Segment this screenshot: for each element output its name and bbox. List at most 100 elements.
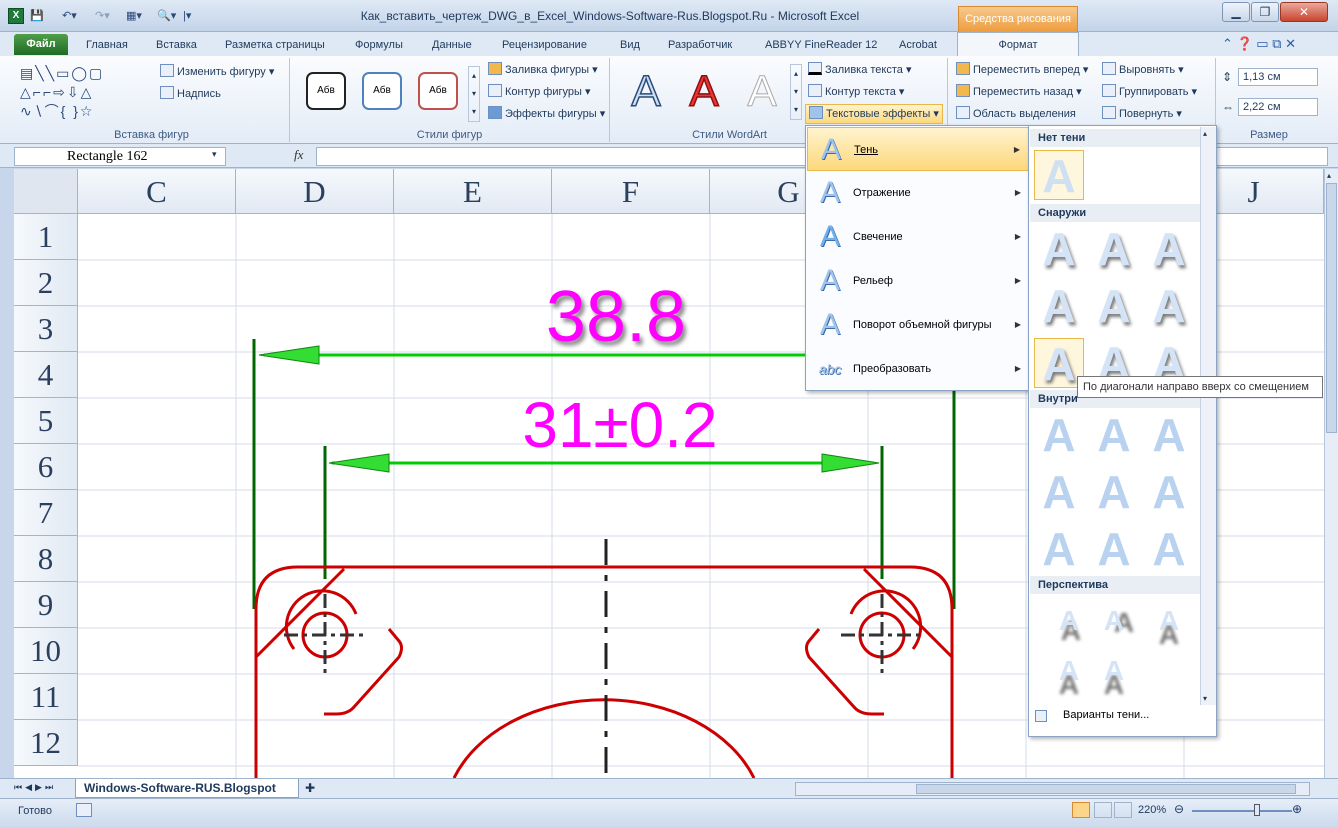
shadow-option-perspective-3[interactable]: A — [1144, 596, 1194, 646]
tab-data[interactable]: Данные — [421, 34, 483, 56]
tab-view[interactable]: Вид — [609, 34, 651, 56]
shape-fill-button[interactable]: Заливка фигуры ▾ — [488, 62, 598, 78]
help-icon[interactable]: ⌃ ❓ ▭ ⧉ ✕ — [1222, 36, 1296, 52]
shadow-option-perspective-1[interactable]: A — [1044, 596, 1094, 646]
shape-style-red[interactable]: Абв — [418, 72, 458, 110]
rotate-button[interactable]: Повернуть ▾ — [1102, 106, 1182, 122]
zoom-slider[interactable] — [1192, 810, 1292, 812]
shadow-option-perspective-2[interactable]: A — [1089, 596, 1139, 646]
zoom-out-icon[interactable]: ⊖ — [1174, 802, 1184, 816]
shape-style-blue[interactable]: Абв — [362, 72, 402, 110]
wordart-style-white[interactable]: A — [738, 67, 786, 116]
gallery-scroll-up-icon[interactable]: ▴ — [1203, 129, 1207, 138]
page-break-view-icon[interactable] — [1114, 802, 1132, 818]
shape-effects-button[interactable]: Эффекты фигуры ▾ — [488, 106, 605, 122]
print-preview-icon[interactable]: 🔍▾ — [157, 8, 176, 24]
shadow-option-outer-1[interactable]: A — [1034, 224, 1084, 274]
tab-insert[interactable]: Вставка — [145, 34, 208, 56]
shadow-option-none[interactable]: A — [1034, 150, 1084, 201]
shadow-option-inner-4[interactable]: A — [1034, 467, 1084, 517]
textbox-button[interactable]: Надпись — [160, 86, 221, 102]
tab-acrobat[interactable]: Acrobat — [888, 34, 948, 56]
dimension-text-inner[interactable]: 31±0.2 — [522, 389, 717, 461]
name-box-dropdown-icon[interactable]: ▾ — [212, 149, 217, 160]
zoom-in-icon[interactable]: ⊕ — [1292, 802, 1302, 816]
tab-developer[interactable]: Разработчик — [657, 34, 743, 56]
fx-icon[interactable]: fx — [294, 147, 303, 163]
shadow-option-outer-4[interactable]: A — [1034, 281, 1084, 331]
scroll-thumb[interactable] — [1326, 183, 1337, 433]
send-backward-button[interactable]: Переместить назад ▾ — [956, 84, 1082, 100]
undo-icon[interactable]: ↶▾ — [62, 8, 77, 24]
macro-record-icon[interactable] — [76, 803, 92, 817]
menu-item-reflection[interactable]: A Отражение ▶ — [807, 171, 1029, 215]
dimension-text-outer[interactable]: 38.8 — [546, 277, 686, 357]
text-outline-button[interactable]: Контур текста ▾ — [808, 84, 904, 100]
wordart-styles-more[interactable]: ▴ ▾ ▾ — [790, 64, 802, 120]
text-effects-button[interactable]: Текстовые эффекты ▾ — [805, 104, 943, 124]
shadow-option-inner-5[interactable]: A — [1089, 467, 1139, 517]
name-box[interactable]: Rectangle 162 — [14, 147, 226, 166]
close-button[interactable]: ✕ — [1280, 2, 1328, 22]
shadow-option-inner-1[interactable]: A — [1034, 410, 1084, 460]
save-icon[interactable]: 💾 — [30, 8, 44, 24]
menu-item-3d-rotation[interactable]: A Поворот объемной фигуры ▶ — [807, 303, 1029, 347]
border-icon[interactable]: ▦▾ — [126, 8, 142, 24]
shadow-options-link[interactable]: Варианты тени... — [1063, 709, 1149, 721]
tab-abbyy[interactable]: ABBYY FineReader 12 — [754, 34, 888, 56]
shape-style-black[interactable]: Абв — [306, 72, 346, 110]
align-button[interactable]: Выровнять ▾ — [1102, 62, 1184, 78]
redo-icon[interactable]: ↷▾ — [95, 8, 110, 24]
shadow-option-inner-2[interactable]: A — [1089, 410, 1139, 460]
tab-page-layout[interactable]: Разметка страницы — [214, 34, 336, 56]
zoom-level[interactable]: 220% — [1138, 804, 1166, 816]
vertical-scrollbar[interactable]: ▴ — [1324, 169, 1338, 778]
insert-sheet-icon[interactable]: ✚ — [305, 781, 315, 795]
menu-item-bevel[interactable]: A Рельеф ▶ — [807, 259, 1029, 303]
gallery-scroll-down-icon[interactable]: ▾ — [1203, 694, 1207, 703]
shapes-gallery[interactable]: ▤╲╲▭◯▢ △⌐⌐⇨⇩△ ∿∖⌒{ }☆ — [20, 64, 150, 122]
shape-outline-button[interactable]: Контур фигуры ▾ — [488, 84, 591, 100]
sheet-nav-icons[interactable]: ⏮◀▶⏭ — [14, 782, 56, 793]
sheet-tab[interactable]: Windows-Software-RUS.Blogspot — [75, 779, 299, 798]
tab-file[interactable]: Файл — [14, 34, 68, 55]
shadow-option-outer-2[interactable]: A — [1089, 224, 1139, 274]
customize-qat-icon[interactable]: |▾ — [183, 8, 191, 24]
tab-home[interactable]: Главная — [75, 34, 139, 56]
horizontal-scrollbar[interactable] — [795, 782, 1310, 796]
selection-pane-button[interactable]: Область выделения — [956, 106, 1076, 122]
group-button[interactable]: Группировать ▾ — [1102, 84, 1197, 100]
shadow-option-inner-3[interactable]: A — [1144, 410, 1194, 460]
shape-height-input[interactable]: 1,13 см — [1238, 68, 1318, 86]
shadow-option-outer-5[interactable]: A — [1089, 281, 1139, 331]
shadow-option-outer-3[interactable]: A — [1144, 224, 1194, 274]
gallery-scrollbar[interactable]: ▴ ▾ — [1200, 127, 1216, 705]
shape-styles-more[interactable]: ▴ ▾ ▾ — [468, 66, 480, 122]
page-layout-view-icon[interactable] — [1094, 802, 1112, 818]
minimize-button[interactable]: ▁ — [1222, 2, 1250, 22]
text-fill-button[interactable]: Заливка текста ▾ — [808, 62, 911, 78]
menu-item-glow[interactable]: A Свечение ▶ — [807, 215, 1029, 259]
shadow-option-inner-7[interactable]: A — [1034, 524, 1084, 574]
wordart-style-outline[interactable]: A — [622, 67, 670, 117]
shape-width-input[interactable]: 2,22 см — [1238, 98, 1318, 116]
bring-forward-button[interactable]: Переместить вперед ▾ — [956, 62, 1088, 78]
shadow-option-inner-9[interactable]: A — [1144, 524, 1194, 574]
zoom-slider-thumb[interactable] — [1254, 804, 1260, 816]
wordart-style-red[interactable]: A — [680, 67, 728, 117]
shadow-option-inner-6[interactable]: A — [1144, 467, 1194, 517]
maximize-button[interactable]: ❐ — [1251, 2, 1279, 22]
edit-shape-button[interactable]: Изменить фигуру ▾ — [160, 64, 274, 80]
menu-item-shadow[interactable]: A Тень ▶ — [807, 127, 1029, 171]
menu-item-transform[interactable]: abc Преобразовать ▶ — [807, 347, 1029, 391]
shadow-option-outer-6[interactable]: A — [1144, 281, 1194, 331]
shadow-option-inner-8[interactable]: A — [1089, 524, 1139, 574]
normal-view-icon[interactable] — [1072, 802, 1090, 818]
shadow-option-perspective-4[interactable]: A — [1044, 646, 1094, 696]
excel-icon[interactable]: X — [8, 8, 24, 24]
h-scroll-thumb[interactable] — [916, 784, 1296, 794]
tab-format[interactable]: Формат — [957, 32, 1079, 56]
tab-formulas[interactable]: Формулы — [344, 34, 414, 56]
scroll-up-icon[interactable]: ▴ — [1327, 171, 1331, 180]
tab-review[interactable]: Рецензирование — [491, 34, 598, 56]
